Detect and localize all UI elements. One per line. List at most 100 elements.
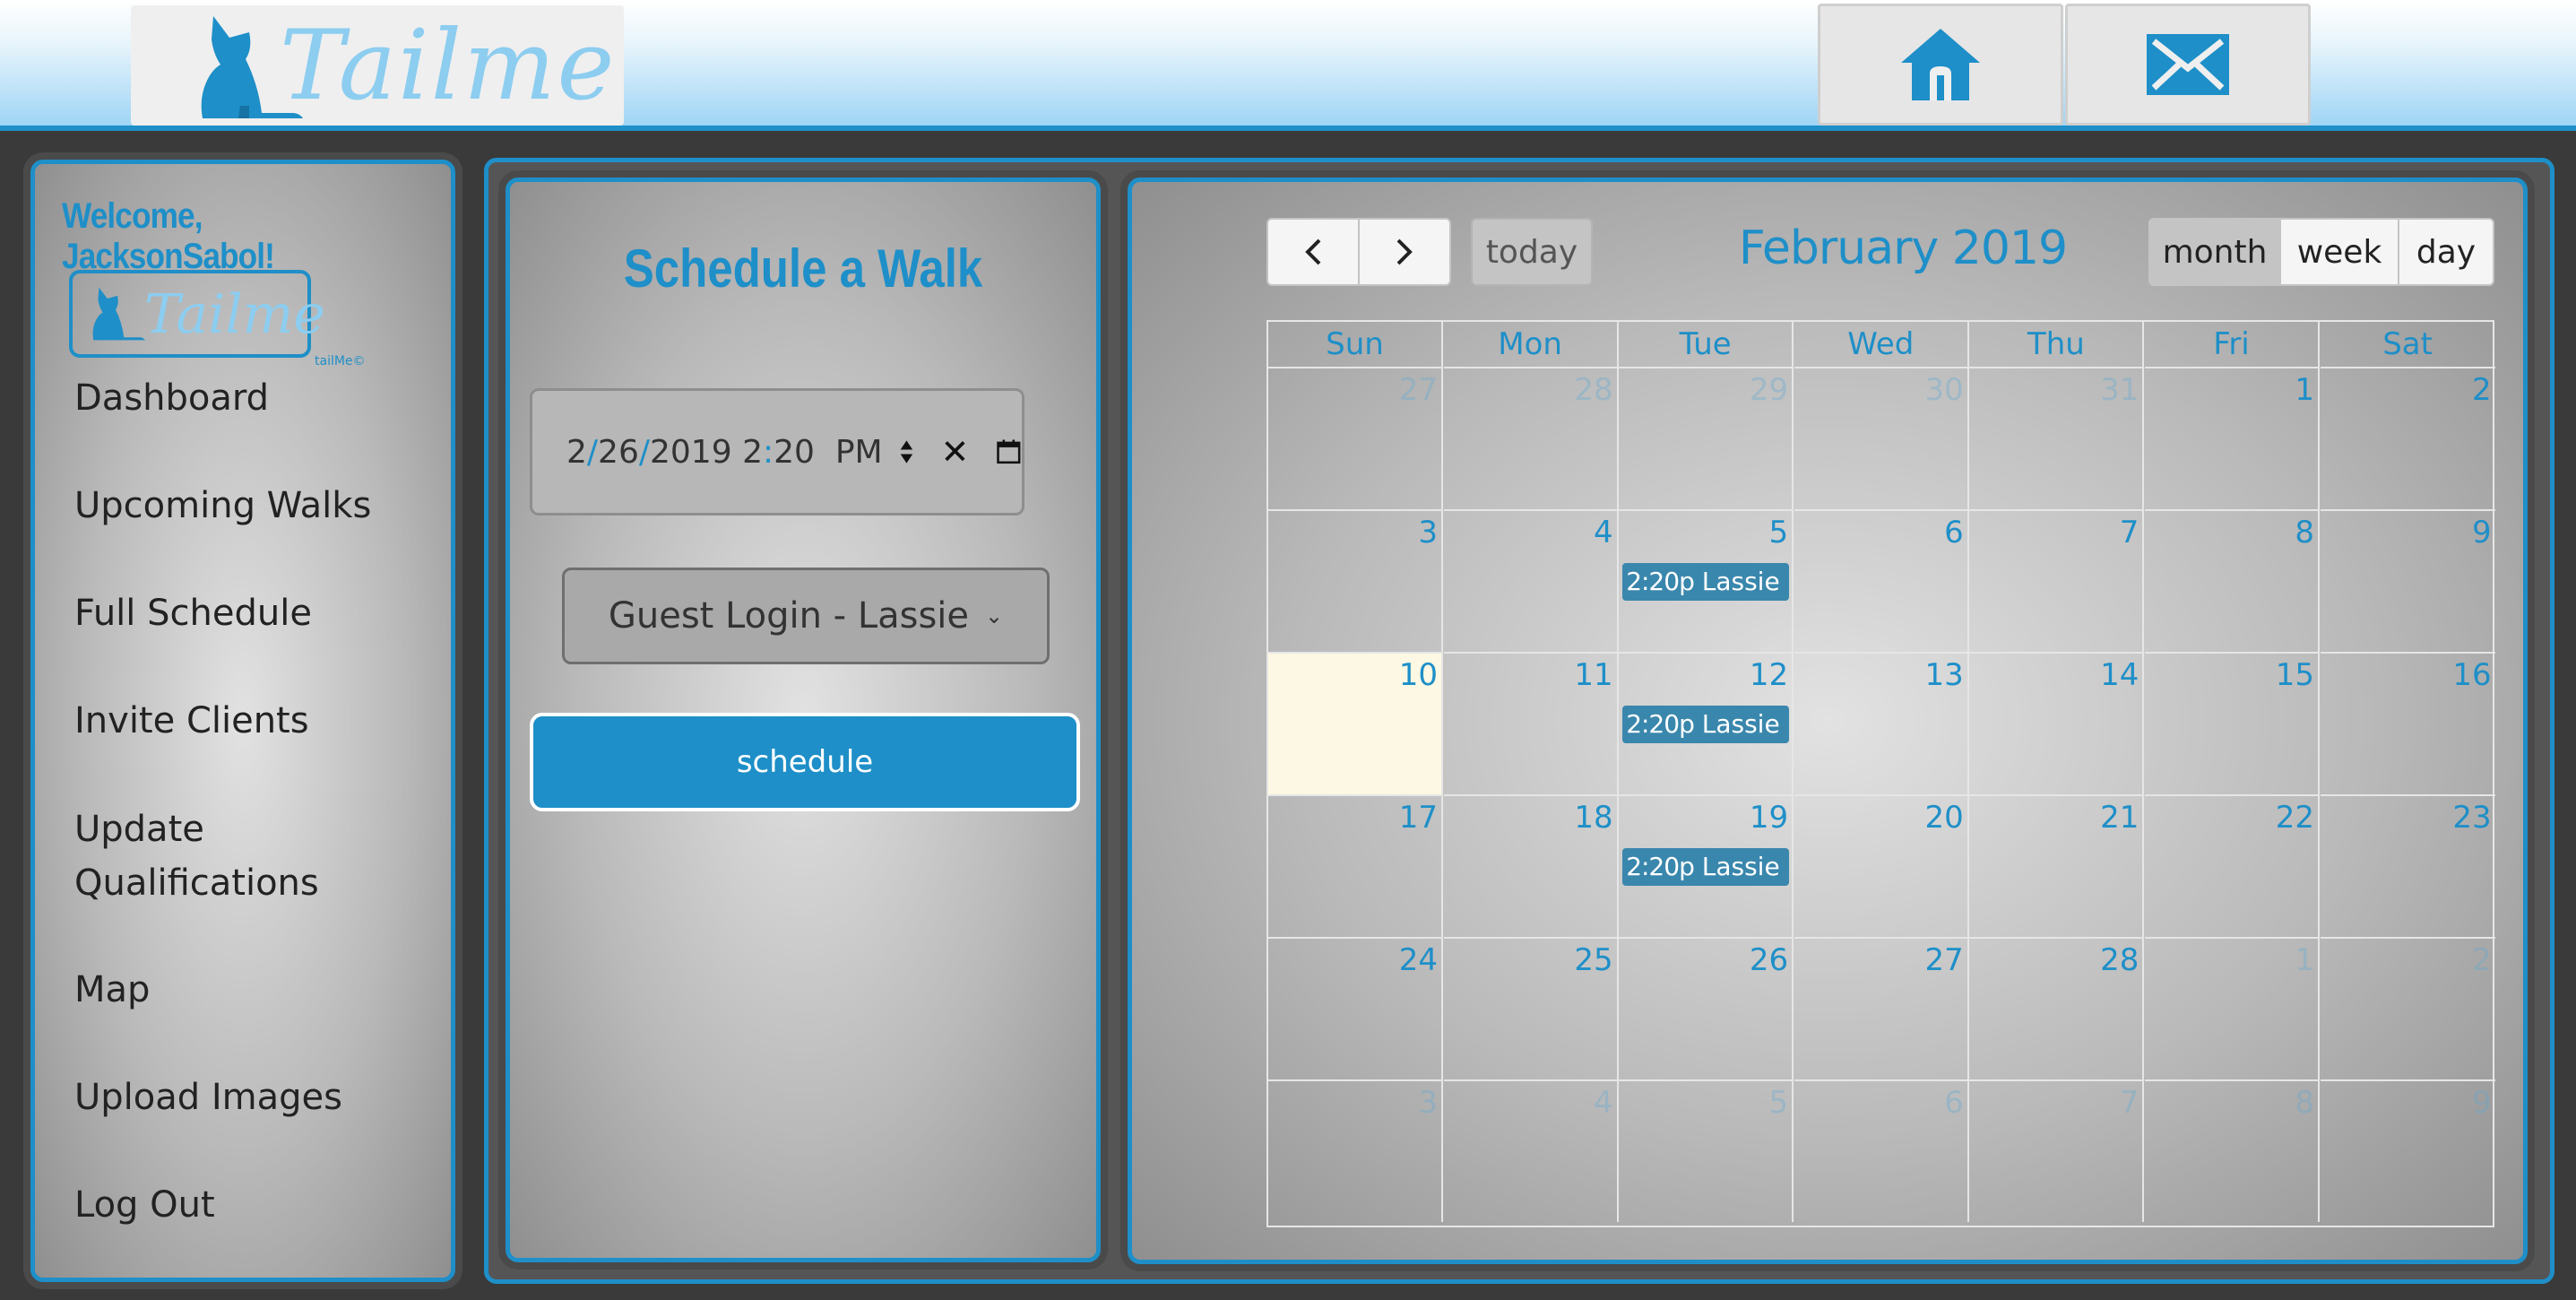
weekday-header: Tue bbox=[1619, 322, 1794, 367]
client-select[interactable]: Guest Login - Lassie ⌄ bbox=[562, 568, 1050, 664]
prev-month-button[interactable] bbox=[1266, 218, 1360, 286]
clear-icon[interactable]: ✕ bbox=[940, 432, 969, 472]
calendar-day[interactable]: 22 bbox=[2145, 794, 2320, 937]
calendar-day[interactable]: 5 bbox=[1619, 1079, 1794, 1222]
day-number: 24 bbox=[1398, 942, 1438, 978]
calendar-day[interactable]: 18 bbox=[1443, 794, 1619, 937]
sidebar-logo-trademark: tailMe© bbox=[315, 354, 366, 368]
calendar-day[interactable]: 26 bbox=[1619, 937, 1794, 1079]
datetime-year[interactable]: 2019 bbox=[650, 434, 732, 471]
day-number: 3 bbox=[1418, 1085, 1438, 1121]
calendar-day[interactable]: 17 bbox=[1268, 794, 1443, 937]
day-number: 26 bbox=[1749, 942, 1789, 978]
calendar-icon[interactable] bbox=[996, 437, 1022, 467]
datetime-hour[interactable]: 2 bbox=[742, 434, 763, 471]
home-button[interactable] bbox=[1818, 4, 2063, 126]
calendar-day[interactable]: 15 bbox=[2145, 652, 2320, 794]
calendar-day[interactable]: 4 bbox=[1443, 1079, 1619, 1222]
datetime-input[interactable]: 2/26/2019 2:20 PM ✕ bbox=[530, 388, 1024, 516]
calendar-day[interactable]: 16 bbox=[2320, 652, 2495, 794]
sidebar-item-upcoming-walks[interactable]: Upcoming Walks bbox=[74, 480, 371, 532]
calendar-event[interactable]: 2:20p Lassie bbox=[1622, 563, 1790, 601]
day-number: 2 bbox=[2471, 372, 2492, 408]
calendar-day[interactable]: 6 bbox=[1794, 1079, 1969, 1222]
home-icon bbox=[1901, 29, 1980, 100]
sidebar-logo-wordmark: Tailme bbox=[144, 283, 325, 346]
calendar-event[interactable]: 2:20p Lassie bbox=[1622, 706, 1790, 743]
calendar-day[interactable]: 19 2:20p Lassie bbox=[1619, 794, 1794, 937]
sidebar-item-update-qualifications[interactable]: Update Qualifications bbox=[74, 802, 319, 910]
calendar-day[interactable]: 27 bbox=[1794, 937, 1969, 1079]
calendar-day[interactable]: 8 bbox=[2145, 1079, 2320, 1222]
mail-button[interactable] bbox=[2065, 4, 2311, 126]
calendar-day[interactable]: 9 bbox=[2320, 1079, 2495, 1222]
weekday-header: Sat bbox=[2382, 326, 2433, 362]
calendar-day[interactable]: 31 bbox=[1969, 367, 2145, 509]
calendar-day[interactable]: 5 2:20p Lassie bbox=[1619, 509, 1794, 652]
calendar-day[interactable]: 2 bbox=[2320, 937, 2495, 1079]
schedule-walk-panel: Schedule a Walk 2/26/2019 2:20 PM ✕ Gues… bbox=[506, 178, 1101, 1262]
calendar-day[interactable]: 7 bbox=[1969, 1079, 2145, 1222]
calendar-day[interactable]: 28 bbox=[1443, 367, 1619, 509]
day-number: 20 bbox=[1924, 800, 1964, 836]
day-number: 5 bbox=[1768, 1085, 1789, 1121]
calendar-day[interactable]: 4 bbox=[1443, 509, 1619, 652]
today-button[interactable]: today bbox=[1471, 218, 1593, 286]
datetime-month[interactable]: 2 bbox=[566, 434, 587, 471]
calendar-day[interactable]: 12 2:20p Lassie bbox=[1619, 652, 1794, 794]
datetime-minute[interactable]: 20 bbox=[774, 434, 815, 471]
calendar-panel: today February 2019 month week day Sun Mo… bbox=[1128, 178, 2528, 1264]
schedule-button[interactable]: schedule bbox=[530, 713, 1080, 811]
next-month-button[interactable] bbox=[1358, 218, 1451, 286]
calendar-day[interactable]: 23 bbox=[2320, 794, 2495, 937]
calendar-day[interactable]: 13 bbox=[1794, 652, 1969, 794]
calendar-event[interactable]: 2:20p Lassie bbox=[1622, 848, 1790, 886]
calendar-day[interactable]: 30 bbox=[1794, 367, 1969, 509]
calendar-day[interactable]: 3 bbox=[1268, 1079, 1443, 1222]
sidebar-item-full-schedule[interactable]: Full Schedule bbox=[74, 587, 312, 639]
calendar-day[interactable]: 25 bbox=[1443, 937, 1619, 1079]
calendar-day[interactable]: 2 bbox=[2320, 367, 2495, 509]
calendar-day[interactable]: 9 bbox=[2320, 509, 2495, 652]
datetime-day[interactable]: 26 bbox=[598, 434, 639, 471]
day-number: 7 bbox=[2119, 515, 2139, 550]
mail-icon bbox=[2147, 34, 2229, 95]
datetime-ampm[interactable]: PM bbox=[835, 434, 883, 471]
day-number: 5 bbox=[1768, 515, 1789, 550]
calendar-day[interactable]: 28 bbox=[1969, 937, 2145, 1079]
event-title: Lassie bbox=[1701, 852, 1780, 881]
calendar-day[interactable]: 24 bbox=[1268, 937, 1443, 1079]
day-number: 6 bbox=[1944, 1085, 1964, 1121]
calendar-day-today[interactable]: 10 bbox=[1268, 652, 1443, 794]
tailme-logo[interactable]: Tailme bbox=[131, 5, 624, 126]
view-month-button[interactable]: month bbox=[2148, 218, 2281, 286]
calendar-day[interactable]: 11 bbox=[1443, 652, 1619, 794]
calendar-day[interactable]: 14 bbox=[1969, 652, 2145, 794]
sidebar-item-map[interactable]: Map bbox=[74, 964, 150, 1016]
view-day-button[interactable]: day bbox=[2398, 218, 2494, 286]
day-number: 3 bbox=[1418, 515, 1438, 550]
calendar-day[interactable]: 29 bbox=[1619, 367, 1794, 509]
calendar-day[interactable]: 8 bbox=[2145, 509, 2320, 652]
weekday-header: Mon bbox=[1444, 322, 1619, 367]
spinner-arrows-icon[interactable] bbox=[899, 437, 914, 467]
calendar-day[interactable]: 6 bbox=[1794, 509, 1969, 652]
calendar-day[interactable]: 1 bbox=[2145, 367, 2320, 509]
calendar-day[interactable]: 27 bbox=[1268, 367, 1443, 509]
event-time: 2:20p bbox=[1626, 852, 1695, 881]
day-number: 9 bbox=[2471, 1085, 2492, 1121]
calendar-day[interactable]: 21 bbox=[1969, 794, 2145, 937]
calendar-day[interactable]: 7 bbox=[1969, 509, 2145, 652]
calendar-day[interactable]: 3 bbox=[1268, 509, 1443, 652]
date-separator: / bbox=[638, 433, 650, 471]
day-number: 17 bbox=[1398, 800, 1438, 836]
view-week-button[interactable]: week bbox=[2279, 218, 2399, 286]
sidebar-item-invite-clients[interactable]: Invite Clients bbox=[74, 695, 309, 747]
day-number: 31 bbox=[2100, 372, 2139, 408]
sidebar-item-upload-images[interactable]: Upload Images bbox=[74, 1071, 342, 1123]
sidebar-item-dashboard[interactable]: Dashboard bbox=[74, 372, 269, 424]
sidebar-item-log-out[interactable]: Log Out bbox=[74, 1179, 215, 1231]
calendar-day[interactable]: 20 bbox=[1794, 794, 1969, 937]
logo-wordmark: Tailme bbox=[280, 10, 617, 122]
calendar-day[interactable]: 1 bbox=[2145, 937, 2320, 1079]
